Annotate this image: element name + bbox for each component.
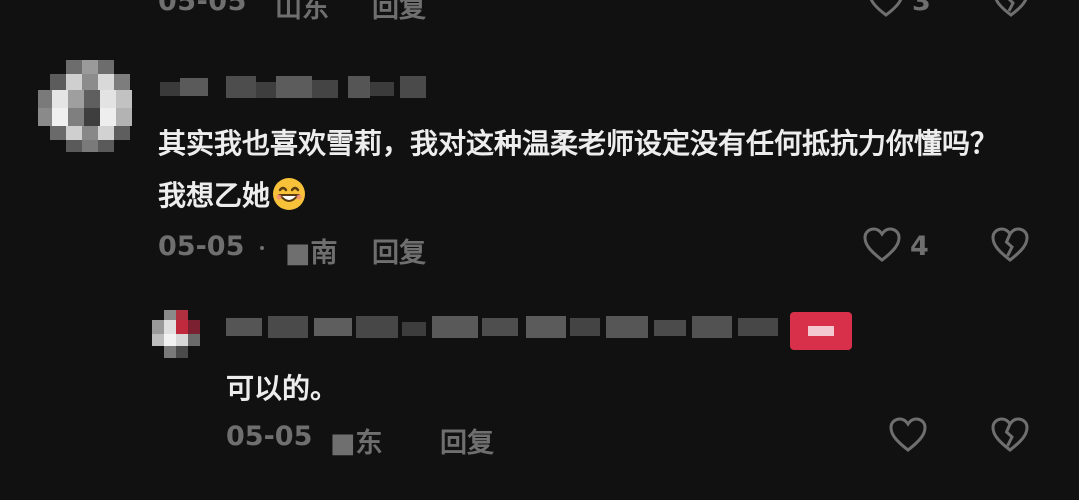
heart-icon[interactable]	[868, 0, 904, 18]
reply-location: ■东	[330, 428, 383, 459]
grinning-smile-emoji	[272, 176, 306, 210]
replier-avatar[interactable]	[150, 310, 202, 358]
comment-date: 05-05	[158, 231, 245, 262]
heart-icon[interactable]	[888, 416, 928, 454]
comment-text: 其实我也喜欢雪莉，我对这种温柔老师设定没有任何抵抗力你懂吗？我想乙她	[158, 118, 1018, 222]
commenter-username-redacted[interactable]	[160, 72, 440, 104]
prev-comment-location: 山东	[275, 0, 329, 24]
comment-reply-button[interactable]: 回复	[372, 231, 426, 270]
reply-reply-button[interactable]: 回复	[440, 421, 494, 460]
heart-icon[interactable]	[862, 226, 902, 264]
prev-comment-reply-button[interactable]: 回复	[372, 0, 426, 25]
reply-text: 可以的。	[226, 372, 339, 405]
dislike-heart-icon[interactable]	[993, 0, 1029, 18]
prev-comment-date: 05-05	[158, 0, 247, 17]
reply-date: 05-05	[226, 421, 313, 452]
comment-location: ■南	[285, 238, 338, 269]
author-badge	[790, 312, 852, 350]
dislike-heart-icon[interactable]	[990, 416, 1030, 454]
author-badge-label-redacted	[808, 326, 834, 336]
comment-like-count: 4	[910, 231, 929, 262]
replier-username-redacted[interactable]	[226, 312, 786, 342]
dislike-heart-icon[interactable]	[990, 226, 1030, 264]
comment-location-dot	[260, 246, 264, 250]
prev-comment-like-count: 3	[912, 0, 931, 17]
commenter-avatar[interactable]	[38, 60, 138, 152]
